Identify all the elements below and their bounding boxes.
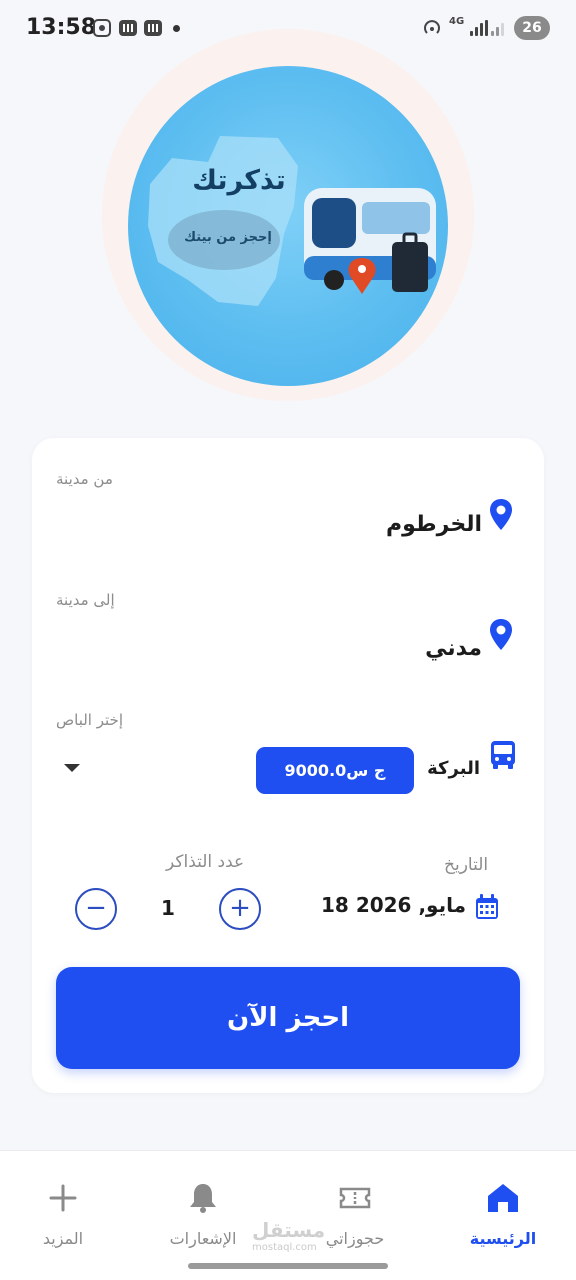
battery-indicator: 26	[514, 16, 550, 40]
chevron-down-icon[interactable]	[64, 764, 80, 772]
brand-title: تذكرتك	[192, 165, 286, 196]
network-type: 4G	[449, 16, 465, 27]
bottom-nav: الرئيسية حجوزاتي الإشعارات المزيد	[0, 1150, 576, 1280]
price-badge: 9000.0ج س	[256, 747, 414, 794]
from-city-label: من مدينة	[56, 470, 113, 488]
plus-icon: +	[229, 893, 251, 923]
signal-icon-2	[491, 20, 504, 36]
home-indicator[interactable]	[188, 1263, 388, 1269]
bus-name: البركة	[427, 758, 480, 779]
ticket-icon	[339, 1187, 371, 1209]
app-notification-icon	[119, 20, 137, 36]
calendar-icon	[476, 894, 498, 919]
nav-item-home[interactable]: الرئيسية	[438, 1151, 568, 1261]
plus-icon	[49, 1184, 77, 1212]
location-pin-icon-2	[490, 619, 512, 650]
brand-logo	[128, 66, 448, 386]
book-now-button[interactable]: احجز الآن	[56, 967, 520, 1069]
status-time: 13:58	[26, 15, 97, 40]
location-pin-icon	[490, 499, 512, 530]
ticket-count: 1	[161, 896, 175, 920]
brand-subtitle: إحجز من بيتك	[184, 230, 272, 245]
app-notification-icon-2	[144, 20, 162, 36]
tickets-label: عدد التذاكر	[166, 852, 245, 872]
from-city-value: الخرطوم	[386, 512, 482, 537]
nav-label-home: الرئيسية	[469, 1229, 537, 1248]
nav-label-notifications: الإشعارات	[169, 1229, 237, 1248]
increment-button[interactable]: +	[219, 888, 261, 930]
nav-item-more[interactable]: المزيد	[0, 1151, 128, 1261]
notification-dot	[173, 25, 180, 32]
date-value: 18 مايو, 2026	[321, 893, 466, 917]
bus-select-label: إختر الباص	[56, 711, 123, 729]
watermark: مستقل	[252, 1218, 326, 1242]
booking-screen: 13:58 4G 26 تذكرتك إحجز من بيتك من مدينة…	[0, 0, 576, 1280]
nav-label-more: المزيد	[42, 1229, 84, 1248]
bell-icon	[190, 1184, 216, 1213]
bus-icon	[491, 741, 515, 769]
brand-illustration	[148, 136, 436, 306]
nav-item-notifications[interactable]: الإشعارات	[138, 1151, 268, 1261]
to-city-label: إلى مدينة	[56, 591, 115, 609]
date-label: التاريخ	[444, 855, 489, 875]
hotspot-icon	[424, 20, 440, 34]
to-city-value: مدني	[425, 636, 482, 661]
screenshot-icon	[93, 19, 111, 37]
watermark-sub: mostaql.com	[252, 1242, 317, 1253]
home-icon	[488, 1184, 518, 1212]
signal-icon	[470, 20, 488, 36]
minus-icon: −	[85, 893, 107, 923]
decrement-button[interactable]: −	[75, 888, 117, 930]
